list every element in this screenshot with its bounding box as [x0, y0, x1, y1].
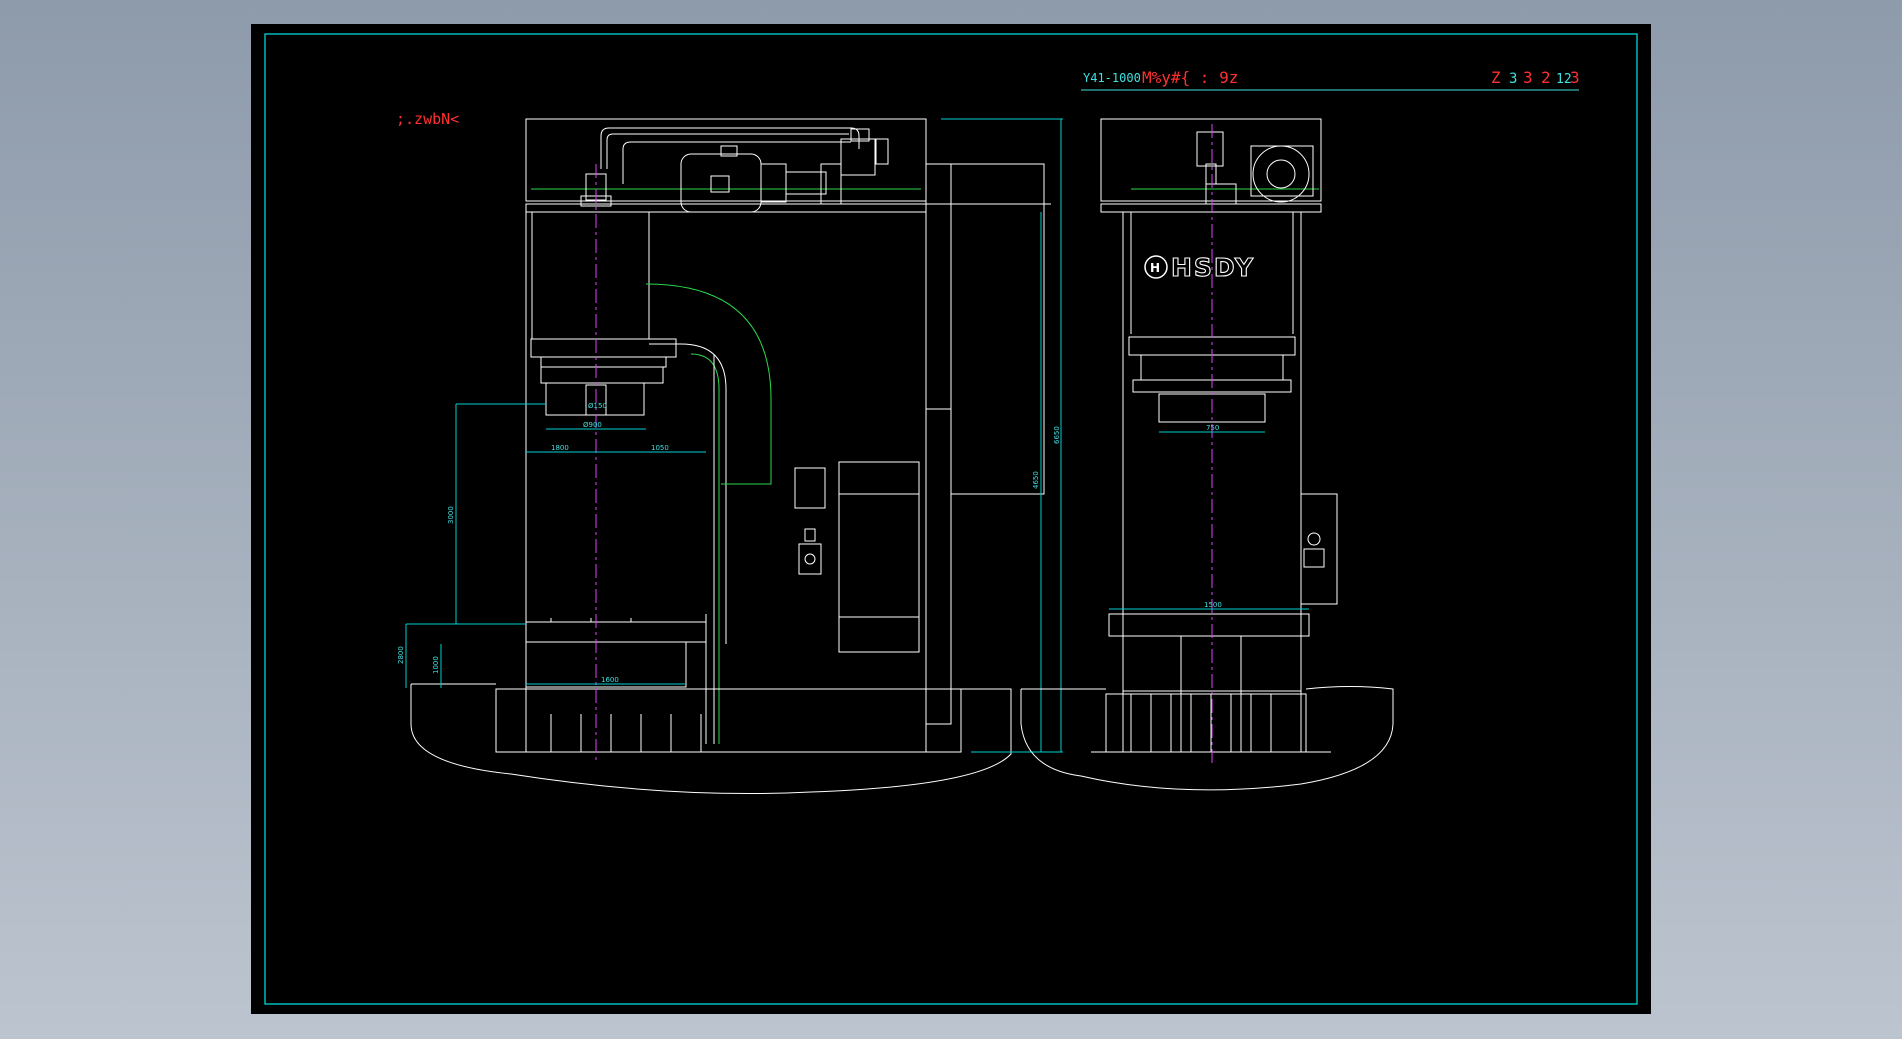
- side-motor: [1252, 145, 1310, 203]
- front-slide-tool: [545, 382, 645, 416]
- front-motor: [680, 153, 762, 213]
- front-throat-green: [645, 283, 772, 485]
- side-valve: [1196, 131, 1224, 167]
- dim-table-low: 1000: [432, 656, 440, 674]
- front-valve-block: [840, 138, 876, 176]
- front-control-box: [838, 461, 920, 653]
- svg-text:H: H: [1150, 261, 1160, 275]
- model-label: Y41-1000: [1083, 71, 1141, 85]
- front-view: [410, 118, 1051, 795]
- front-foundation: [410, 684, 1012, 795]
- press-machine-drawing: Y41-1000 M%y#{ : 9z Z 3 3 2 12 3 ;.zwbN<: [264, 33, 1638, 1005]
- front-base: [495, 688, 962, 753]
- dim-table-width: 1600: [601, 676, 619, 684]
- brand-logo-text: HSDY: [1171, 253, 1255, 282]
- side-view: [1020, 118, 1394, 791]
- front-side-cabinet: [925, 163, 952, 725]
- side-foundation: [1020, 686, 1394, 791]
- dim-slide-tool: Ø150: [588, 402, 607, 410]
- dim-throat-right: 1050: [651, 444, 669, 452]
- drawing-no-b: 3: [1509, 71, 1517, 87]
- side-dim-text: 750 1500: [1204, 424, 1222, 609]
- dim-stroke: 3000: [447, 506, 455, 524]
- front-dimensions: [405, 118, 1063, 753]
- drawing-no-f: 3: [1570, 68, 1580, 87]
- front-side-panel: [950, 163, 1045, 495]
- dim-throat-left: 1800: [551, 444, 569, 452]
- front-pendant: [798, 543, 822, 575]
- side-base: [1105, 693, 1307, 753]
- drawing-no-a: Z: [1491, 68, 1501, 87]
- drawing-no-c: 3: [1523, 68, 1533, 87]
- side-table: [1108, 613, 1310, 637]
- front-slide-plate: [530, 338, 677, 358]
- garbled-title: M%y#{ : 9z: [1142, 68, 1238, 87]
- brand-logo: H HSDY: [1144, 252, 1255, 283]
- cad-drawing-canvas: Y41-1000 M%y#{ : 9z Z 3 3 2 12 3 ;.zwbN<: [251, 24, 1651, 1014]
- dim-slide-width: Ø900: [583, 421, 602, 429]
- dim-table-height: 2800: [397, 646, 405, 664]
- view-label: ;.zwbN<: [396, 110, 459, 128]
- front-dim-text: 6650 4650 1800 1050 Ø900 Ø150 3000 2800 …: [397, 402, 1061, 684]
- dim-side-slide: 750: [1206, 424, 1219, 432]
- dim-side-table: 1500: [1204, 601, 1222, 609]
- front-upper-beam: [525, 203, 927, 213]
- drawing-no-d: 2: [1541, 68, 1551, 87]
- front-indicator-box: [794, 467, 826, 509]
- side-dimensions: [1109, 431, 1309, 610]
- dim-overall-height: 6650: [1053, 426, 1061, 444]
- side-upper-beam: [1100, 203, 1322, 213]
- title-block: Y41-1000 M%y#{ : 9z Z 3 3 2 12 3: [1081, 68, 1580, 91]
- dim-inner-height: 4650: [1032, 471, 1040, 489]
- front-table: [525, 621, 707, 643]
